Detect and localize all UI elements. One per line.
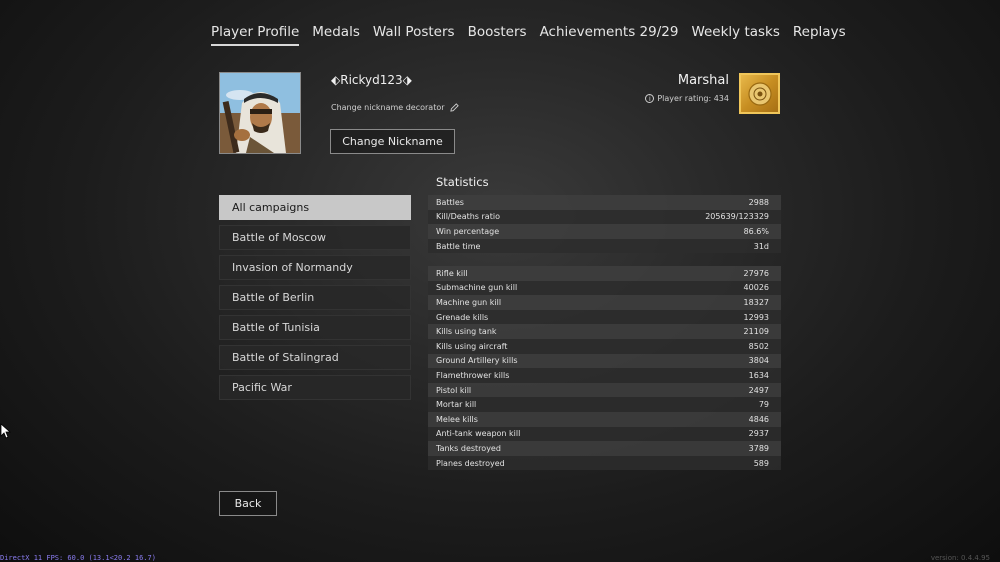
stat-label: Kills using tank xyxy=(436,327,497,337)
stat-row: Submachine gun kill 40026 xyxy=(428,280,781,296)
stat-row: Anti-tank weapon kill 2937 xyxy=(428,426,781,442)
stat-label: Melee kills xyxy=(436,414,478,424)
stat-label: Battles xyxy=(436,197,464,207)
stat-value: 86.6% xyxy=(743,226,769,236)
stat-value: 2937 xyxy=(748,429,769,439)
stat-label: Submachine gun kill xyxy=(436,283,518,293)
stat-row: Melee kills 4846 xyxy=(428,411,781,427)
campaign-item-moscow[interactable]: Battle of Moscow xyxy=(219,225,411,250)
stat-value: 8502 xyxy=(748,341,769,351)
stat-label: Machine gun kill xyxy=(436,297,502,307)
player-nickname: ⬖Rickyd123⬗ xyxy=(331,73,412,87)
avatar[interactable] xyxy=(219,72,301,154)
stat-value: 27976 xyxy=(743,268,769,278)
version-label: version: 0.4.4.95 xyxy=(930,554,990,562)
stat-row: Planes destroyed 589 xyxy=(428,455,781,471)
pencil-icon xyxy=(449,103,459,112)
fps-overlay: DirectX 11 FPS: 60.0 (13.1<20.2 16.7) xyxy=(0,554,156,562)
player-rating: i Player rating: 434 xyxy=(645,94,729,103)
back-button[interactable]: Back xyxy=(219,491,277,516)
stat-label: Ground Artillery kills xyxy=(436,356,518,366)
tab-player-profile[interactable]: Player Profile xyxy=(211,24,300,46)
stat-row: Machine gun kill 18327 xyxy=(428,295,781,310)
stat-value: 2497 xyxy=(748,385,769,395)
stat-row: Flamethrower kills 1634 xyxy=(428,368,781,383)
stat-value: 21109 xyxy=(743,327,769,337)
tab-weekly-tasks[interactable]: Weekly tasks xyxy=(691,24,779,46)
stat-row: Pistol kill 2497 xyxy=(428,382,781,398)
stat-label: Kills using aircraft xyxy=(436,341,508,351)
info-icon[interactable]: i xyxy=(645,94,655,103)
nickname-decorator-label: Change nickname decorator xyxy=(331,103,445,112)
stat-label: Grenade kills xyxy=(436,312,489,322)
tab-wall-posters[interactable]: Wall Posters xyxy=(373,24,455,46)
stat-row: Grenade kills 12993 xyxy=(428,309,781,325)
kill-stats-table: Rifle kill 27976 Submachine gun kill 40026… xyxy=(428,266,781,471)
stat-value: 589 xyxy=(753,458,769,468)
tab-replays[interactable]: Replays xyxy=(793,24,846,46)
top-nav: Player Profile Medals Wall Posters Boost… xyxy=(211,24,846,46)
stat-label: Battle time xyxy=(436,241,481,251)
stat-label: Tanks destroyed xyxy=(436,443,501,453)
stat-label: Win percentage xyxy=(436,226,500,236)
campaign-item-berlin[interactable]: Battle of Berlin xyxy=(219,285,411,310)
stat-row: Ground Artillery kills 3804 xyxy=(428,353,781,369)
stat-row: Battles 2988 xyxy=(428,195,781,210)
stat-value: 12993 xyxy=(743,312,769,322)
stat-value: 79 xyxy=(758,400,769,410)
stat-label: Anti-tank weapon kill xyxy=(436,429,521,439)
stat-value: 31d xyxy=(753,241,769,251)
soldier-portrait-image xyxy=(220,73,300,153)
stat-value: 18327 xyxy=(743,297,769,307)
stat-label: Flamethrower kills xyxy=(436,370,510,380)
stat-row: Rifle kill 27976 xyxy=(428,266,781,281)
stat-row: Win percentage 86.6% xyxy=(428,224,781,239)
campaign-item-all[interactable]: All campaigns xyxy=(219,195,411,220)
rank-badge-icon xyxy=(739,73,780,114)
stat-label: Planes destroyed xyxy=(436,458,505,468)
stat-value: 4846 xyxy=(748,414,769,424)
campaign-item-tunisia[interactable]: Battle of Tunisia xyxy=(219,315,411,340)
stat-row: Kill/Deaths ratio 205639/123329 xyxy=(428,209,781,225)
stat-value: 40026 xyxy=(743,283,769,293)
stat-row: Kills using aircraft 8502 xyxy=(428,338,781,354)
stat-value: 3789 xyxy=(748,443,769,453)
campaign-item-normandy[interactable]: Invasion of Normandy xyxy=(219,255,411,280)
player-rating-text: Player rating: 434 xyxy=(657,94,729,103)
rank-title: Marshal xyxy=(677,73,729,88)
change-nickname-decorator-link[interactable]: Change nickname decorator xyxy=(331,103,459,112)
tab-medals[interactable]: Medals xyxy=(312,24,360,46)
stat-label: Pistol kill xyxy=(436,385,472,395)
stat-label: Mortar kill xyxy=(436,400,477,410)
change-nickname-button[interactable]: Change Nickname xyxy=(330,129,455,154)
campaign-list: All campaigns Battle of Moscow Invasion … xyxy=(219,195,411,405)
stat-label: Kill/Deaths ratio xyxy=(436,212,500,222)
stat-row: Mortar kill 79 xyxy=(428,397,781,412)
stat-value: 2988 xyxy=(748,197,769,207)
stat-row: Battle time 31d xyxy=(428,238,781,254)
statistics-title: Statistics xyxy=(436,175,489,189)
stat-label: Rifle kill xyxy=(436,268,468,278)
campaign-item-pacific[interactable]: Pacific War xyxy=(219,375,411,400)
mouse-cursor-icon xyxy=(0,423,12,439)
tab-achievements[interactable]: Achievements 29/29 xyxy=(540,24,679,46)
general-stats-table: Battles 2988 Kill/Deaths ratio 205639/1233… xyxy=(428,195,781,254)
stat-value: 205639/123329 xyxy=(705,212,769,222)
stat-row: Kills using tank 21109 xyxy=(428,324,781,339)
tab-boosters[interactable]: Boosters xyxy=(468,24,527,46)
stat-row: Tanks destroyed 3789 xyxy=(428,441,781,456)
campaign-item-stalingrad[interactable]: Battle of Stalingrad xyxy=(219,345,411,370)
stat-value: 3804 xyxy=(748,356,769,366)
stat-value: 1634 xyxy=(748,370,769,380)
